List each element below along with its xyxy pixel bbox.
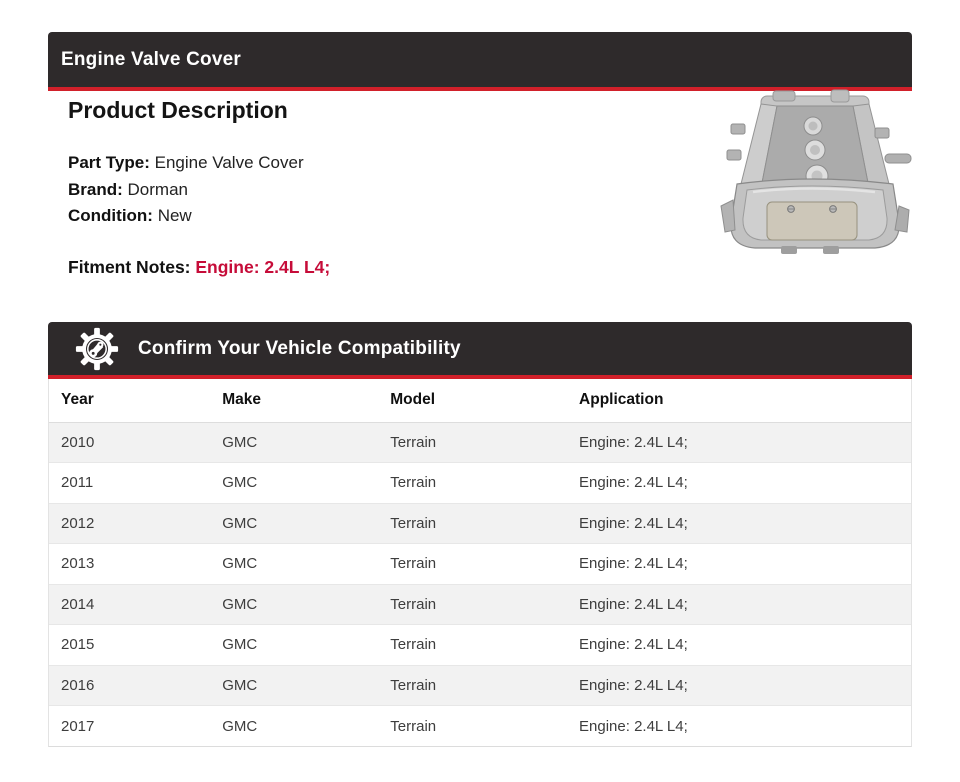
table-cell: Terrain [378,422,568,463]
table-row: 2014 GMC Terrain Engine: 2.4L L4; [49,584,911,625]
table-row: 2017 GMC Terrain Engine: 2.4L L4; [49,705,911,746]
part-type-value: Engine Valve Cover [154,153,304,172]
table-cell: GMC [210,665,379,706]
table-cell: GMC [222,717,258,735]
table-cell: 2010 [49,422,211,463]
table-cell: Engine: 2.4L L4; [567,665,911,706]
table-cell: GMC [210,422,379,463]
table-cell: 2014 [49,584,211,625]
table-cell: GMC [210,503,379,544]
table-row: 2011 GMC Terrain Engine: 2.4L L4; [49,462,911,504]
table-cell: Terrain [378,462,568,504]
detail-line-part-type: Part Type: Engine Valve Cover [68,150,304,177]
compatibility-title: Confirm Your Vehicle Compatibility [138,337,461,359]
table-cell: GMC [210,543,379,585]
table-cell: 2012 [49,503,211,544]
table-cell: Engine: 2.4L L4; [567,503,911,544]
section-title-product-description: Product Description [68,97,288,123]
table-cell: 2016 [49,665,211,706]
detail-line-brand: Brand: Dorman [68,177,304,204]
table-cell: Engine: 2.4L L4; [567,422,911,463]
product-title-bar: Engine Valve Cover [48,32,912,91]
table-cell: Terrain [378,503,568,544]
table-cell: 2013 [49,543,211,585]
compatibility-header-bar: Confirm Your Vehicle Compatibility [48,322,912,379]
table-cell: 2011 [49,462,211,504]
table-cell: Engine: 2.4L L4; [567,624,911,666]
table-row: 2010 GMC Terrain Engine: 2.4L L4; [49,422,911,463]
fitment-notes: Fitment Notes: Engine: 2.4L L4; [68,257,330,278]
product-details: Part Type: Engine Valve Cover Brand: Dor… [68,150,304,230]
table-row: 2013 GMC Terrain Engine: 2.4L L4; [49,543,911,585]
table-cell: Terrain [378,624,568,666]
product-photo [703,88,917,260]
table-cell: Terrain [378,665,568,706]
table-cell: GMC [210,624,379,666]
detail-line-condition: Condition: New [68,203,304,230]
listing-page: Engine Valve Cover Product Description P… [0,0,960,782]
table-row: 2015 GMC Terrain Engine: 2.4L L4; [49,624,911,666]
table-header-row: Year Make Model Application [49,379,911,423]
table-cell: GMC [210,462,379,504]
column-header-model: Model [378,379,568,423]
table-cell: GMC [210,584,379,625]
table-cell: Engine: 2.4L L4; [567,584,911,625]
brand-label: Brand: [68,179,123,199]
condition-value: New [157,206,192,225]
table-cell: Terrain [378,543,568,585]
compatibility-table: Year Make Model Application 2010 GMC Terra… [48,379,912,747]
table-cell: Terrain [390,717,437,735]
table-cell: Engine: 2.4L L4; [579,717,688,735]
fitment-notes-label: Fitment Notes: [68,257,191,277]
column-header-application: Application [567,379,911,423]
table-cell: Terrain [378,584,568,625]
table-cell: 2015 [49,624,211,666]
brand-value: Dorman [127,179,188,199]
product-title: Engine Valve Cover [61,48,241,70]
column-header-make: Make [210,379,379,423]
table-cell: Engine: 2.4L L4; [567,543,911,585]
column-header-year: Year [49,379,211,423]
table-cell: Engine: 2.4L L4; [567,462,911,504]
gear-engine-icon [74,326,120,372]
table-row: 2012 GMC Terrain Engine: 2.4L L4; [49,503,911,544]
condition-label: Condition: [68,206,153,225]
part-type-label: Part Type: [68,153,150,172]
table-cell: 2017 [61,717,95,735]
engine-valve-cover-image [720,89,912,254]
fitment-notes-value: Engine: 2.4L L4; [195,257,331,277]
table-body: 2010 GMC Terrain Engine: 2.4L L4; 2011 GMC Ter… [49,422,911,746]
table-row: 2016 GMC Terrain Engine: 2.4L L4; [49,665,911,706]
